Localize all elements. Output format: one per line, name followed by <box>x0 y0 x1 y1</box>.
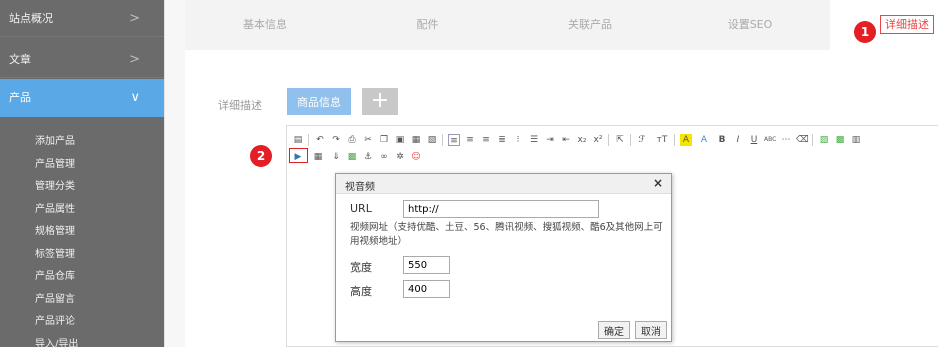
underline-icon[interactable]: U <box>748 134 760 146</box>
sidebar-item-label: 产品 <box>9 91 31 104</box>
tab-detail-label: 详细描述 <box>880 15 934 34</box>
outdent-icon[interactable]: ⇤ <box>560 134 572 146</box>
toolbar-divider <box>812 134 813 146</box>
editor-toolbar: ▤ ↶ ↷ ⎙ ✂ ❐ ▣ ▦ ▧ ≡ ≡ ≡ ≣ ⁝ ☰ ⇥ ⇤ x₂ x² … <box>290 131 938 165</box>
url-note: 视频网址（支持优酷、土豆、56、腾讯视频、搜狐视频、酷6及其他网上可用视频地址） <box>350 222 663 247</box>
sidebar-submenu: 添加产品 产品管理 管理分类 产品属性 规格管理 标签管理 产品仓库 产品留言 … <box>0 118 164 350</box>
multi-image-icon[interactable]: ▩ <box>834 134 846 146</box>
tab-basic-info[interactable]: 基本信息 <box>185 0 345 50</box>
toolbar-divider <box>674 134 675 146</box>
insert-icon[interactable]: ⇓ <box>330 151 342 163</box>
sidebar-subitem-import-export[interactable]: 导入/导出 <box>35 335 78 350</box>
url-input[interactable] <box>403 200 599 218</box>
anchor-icon[interactable]: ⚓ <box>362 151 374 163</box>
subscript-icon[interactable]: x₂ <box>576 134 588 146</box>
source-icon[interactable]: ▤ <box>292 134 304 146</box>
align-center-icon[interactable]: ≡ <box>464 134 476 146</box>
width-input[interactable] <box>403 256 450 274</box>
image-icon[interactable]: ▨ <box>818 134 830 146</box>
undo-icon[interactable]: ↶ <box>314 134 326 146</box>
font-size-icon[interactable]: ᴛT <box>654 134 670 146</box>
indent-icon[interactable]: ⇥ <box>544 134 556 146</box>
toolbar-divider <box>608 134 609 146</box>
chevron-right-icon: > <box>129 52 140 67</box>
video-icon-highlight <box>289 148 308 163</box>
align-right-icon[interactable]: ≡ <box>480 134 492 146</box>
url-label: URL <box>350 202 372 215</box>
italic-icon[interactable]: I <box>732 134 744 146</box>
width-label: 宽度 <box>350 261 372 274</box>
link-icon[interactable]: ∞ <box>378 151 390 163</box>
close-icon[interactable]: × <box>653 176 663 190</box>
step-marker-2: 2 <box>250 145 272 167</box>
overflow-icon[interactable]: ▥ <box>850 134 862 146</box>
align-left-icon[interactable]: ≡ <box>448 134 460 146</box>
font-color-icon[interactable]: A <box>680 134 692 146</box>
tab-related-products[interactable]: 关联产品 <box>510 0 670 50</box>
cut-icon[interactable]: ✂ <box>362 134 374 146</box>
sidebar-item-overview[interactable]: 站点概况 > <box>0 0 164 37</box>
emoticon-icon[interactable]: ☺ <box>410 151 422 163</box>
cancel-button[interactable]: 取消 <box>635 321 667 339</box>
justify-icon[interactable]: ≣ <box>496 134 508 146</box>
sidebar-item-label: 文章 <box>9 53 31 66</box>
sidebar-subitem-warehouse[interactable]: 产品仓库 <box>35 267 75 282</box>
sidebar-subitem-add-product[interactable]: 添加产品 <box>35 132 75 147</box>
flash-icon[interactable]: ▩ <box>346 151 358 163</box>
paste-icon[interactable]: ▣ <box>394 134 406 146</box>
sidebar-subitem-messages[interactable]: 产品留言 <box>35 290 75 305</box>
tab-detail-description[interactable]: 详细描述 <box>830 0 938 50</box>
tab-bar: 基本信息 配件 关联产品 设置SEO 详细描述 <box>185 0 938 50</box>
dialog-header: 视音频 × <box>336 174 671 194</box>
bg-color-icon[interactable]: A <box>698 134 710 146</box>
font-family-icon[interactable]: ℱ <box>636 134 648 146</box>
clear-format-icon[interactable]: ⌫ <box>796 134 809 146</box>
tab-seo[interactable]: 设置SEO <box>670 0 830 50</box>
table-icon[interactable]: ▦ <box>312 151 324 163</box>
superscript-icon[interactable]: x² <box>592 134 604 146</box>
sidebar-subitem-specs[interactable]: 规格管理 <box>35 222 75 237</box>
height-label: 高度 <box>350 285 372 298</box>
product-info-button[interactable]: 商品信息 <box>287 88 351 115</box>
paste-text-icon[interactable]: ▦ <box>410 134 422 146</box>
add-section-button[interactable]: + <box>362 88 398 115</box>
horizontal-rule-icon[interactable]: ⋯ <box>780 134 792 146</box>
sidebar: 站点概况 > 文章 > 产品 ∨ 添加产品 产品管理 管理分类 产品属性 规格管… <box>0 0 164 350</box>
detail-label: 详细描述 <box>218 99 262 112</box>
strikethrough-icon[interactable]: ABC <box>764 134 776 146</box>
bold-icon[interactable]: B <box>716 134 728 146</box>
chevron-right-icon: > <box>129 11 140 26</box>
print-icon[interactable]: ⎙ <box>346 134 358 146</box>
ordered-list-icon[interactable]: ⁝ <box>512 134 524 146</box>
copy-icon[interactable]: ❐ <box>378 134 390 146</box>
sidebar-subitem-category[interactable]: 管理分类 <box>35 177 75 192</box>
unordered-list-icon[interactable]: ☰ <box>528 134 540 146</box>
toolbar-divider <box>308 134 309 146</box>
confirm-button[interactable]: 确定 <box>598 321 630 339</box>
dialog-title: 视音频 <box>345 182 375 193</box>
sidebar-subitem-attributes[interactable]: 产品属性 <box>35 200 75 215</box>
sidebar-subitem-reviews[interactable]: 产品评论 <box>35 312 75 327</box>
sidebar-item-label: 站点概况 <box>9 12 53 25</box>
sidebar-subitem-tags[interactable]: 标签管理 <box>35 245 75 260</box>
tab-accessories[interactable]: 配件 <box>345 0 510 50</box>
content-gutter <box>164 0 185 347</box>
select-all-icon[interactable]: ⇱ <box>614 134 626 146</box>
sidebar-item-products[interactable]: 产品 ∨ <box>0 79 164 117</box>
step-marker-1: 1 <box>854 21 876 43</box>
toolbar-divider <box>630 134 631 146</box>
redo-icon[interactable]: ↷ <box>330 134 342 146</box>
chevron-down-icon: ∨ <box>130 90 140 105</box>
height-input[interactable] <box>403 280 450 298</box>
sidebar-item-articles[interactable]: 文章 > <box>0 41 164 78</box>
video-dialog: 视音频 × URL 视频网址（支持优酷、土豆、56、腾讯视频、搜狐视频、酷6及其… <box>335 173 672 342</box>
paste-word-icon[interactable]: ▧ <box>426 134 438 146</box>
toolbar-divider <box>442 134 443 146</box>
unlink-icon[interactable]: ✲ <box>394 151 406 163</box>
sidebar-subitem-product-manage[interactable]: 产品管理 <box>35 155 75 170</box>
